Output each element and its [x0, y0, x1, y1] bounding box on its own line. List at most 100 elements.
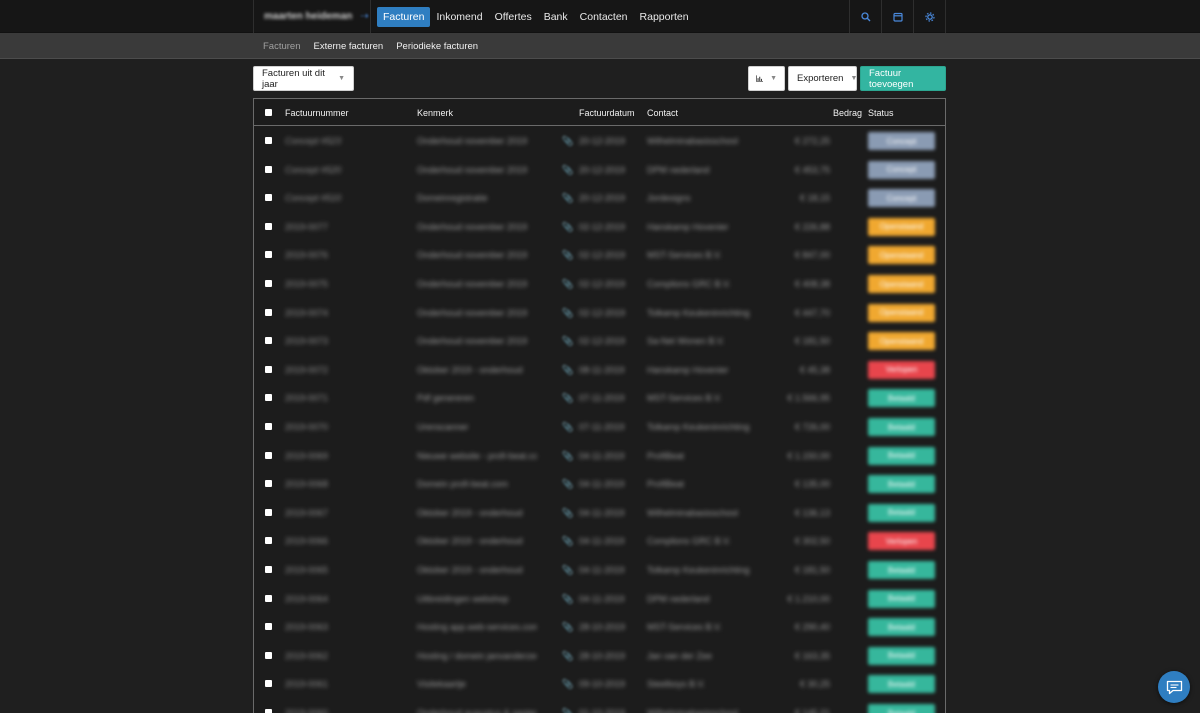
invoice-number[interactable]: 2019-0061 — [285, 679, 328, 689]
chart-button[interactable]: ▼ — [748, 66, 785, 91]
paperclip-icon[interactable]: 📎 — [562, 222, 573, 233]
header-bedrag[interactable]: Bedrag — [833, 108, 862, 118]
invoice-number[interactable]: 2019-0067 — [285, 508, 328, 518]
period-filter-dropdown[interactable]: Facturen uit dit jaar ▼ — [253, 66, 354, 91]
invoice-contact[interactable]: Hanskamp Hovenier — [647, 365, 729, 375]
invoice-contact[interactable]: Sa-Net Wonen B.V. — [647, 336, 725, 346]
table-row[interactable]: 2019-0064 Uitbreidingen webshop 📎 04-11-201… — [254, 585, 945, 614]
invoice-number[interactable]: 2019-0077 — [285, 222, 328, 232]
header-status[interactable]: Status — [868, 108, 894, 118]
row-checkbox[interactable] — [265, 451, 272, 459]
table-row[interactable]: 2019-0077 Onderhoud november 2019 📎 02-12-2… — [254, 213, 945, 242]
paperclip-icon[interactable]: 📎 — [562, 165, 573, 176]
invoice-number[interactable]: 2019-0070 — [285, 422, 328, 432]
invoice-number[interactable]: 2019-0075 — [285, 279, 328, 289]
paperclip-icon[interactable]: 📎 — [562, 679, 573, 690]
header-factuurnummer[interactable]: Factuurnummer — [285, 108, 349, 118]
row-checkbox[interactable] — [265, 508, 272, 516]
invoice-number[interactable]: 2019-0068 — [285, 479, 328, 489]
invoice-number[interactable]: 2019-0065 — [285, 565, 328, 575]
header-factuurdatum[interactable]: Factuurdatum — [579, 108, 635, 118]
table-row[interactable]: 2019-0067 Oktober 2019 - onderhoud 📎 04-11-… — [254, 499, 945, 528]
paperclip-icon[interactable]: 📎 — [562, 250, 573, 261]
row-checkbox[interactable] — [265, 594, 272, 602]
invoice-number[interactable]: 2019-0073 — [285, 336, 328, 346]
paperclip-icon[interactable]: 📎 — [562, 308, 573, 319]
invoice-contact[interactable]: ProfiBeat — [647, 479, 684, 489]
sub-nav-item-externe-facturen[interactable]: Externe facturen — [314, 41, 384, 52]
paperclip-icon[interactable]: 📎 — [562, 565, 573, 576]
paperclip-icon[interactable]: 📎 — [562, 393, 573, 404]
table-row[interactable]: 2019-0071 Pdf genereren 📎 07-11-2019 MST-Ser… — [254, 384, 945, 413]
row-checkbox[interactable] — [265, 709, 272, 713]
row-checkbox[interactable] — [265, 308, 272, 316]
search-icon[interactable] — [849, 0, 881, 33]
invoice-contact[interactable]: Tolkamp Keukeninrichting — [647, 422, 750, 432]
table-row[interactable]: 2019-0060 Onderhoud augustus & september 📎… — [254, 699, 945, 713]
gear-icon[interactable] — [913, 0, 945, 33]
row-checkbox[interactable] — [265, 280, 272, 287]
row-checkbox[interactable] — [265, 365, 272, 373]
invoice-contact[interactable]: DPM nederland — [647, 165, 710, 175]
table-row[interactable]: 2019-0068 Domein profi-beat.com 📎 04-11-201… — [254, 470, 945, 499]
invoice-contact[interactable]: Wilhelminabasisschool — [647, 708, 738, 713]
user-menu[interactable]: maarten heideman ⇢ — [254, 0, 371, 33]
invoice-contact[interactable]: Jordesigns — [647, 193, 691, 203]
table-row[interactable]: 2019-0074 Onderhoud november 2019 📎 02-12-2… — [254, 299, 945, 328]
table-row[interactable]: 2019-0069 Nieuwe website - profi-beat.com… — [254, 442, 945, 471]
select-all-checkbox[interactable] — [265, 109, 272, 116]
export-dropdown[interactable]: Exporteren ▼ — [788, 66, 857, 91]
row-checkbox[interactable] — [265, 222, 272, 230]
table-row[interactable]: 2019-0062 Hosting / domein janvanderzee 📎 2… — [254, 642, 945, 671]
row-checkbox[interactable] — [265, 423, 272, 430]
invoice-contact[interactable]: Wilhelminabasisschool — [647, 136, 738, 146]
paperclip-icon[interactable]: 📎 — [562, 622, 573, 633]
table-row[interactable]: Concept #523 Onderhoud november 2019 📎 20-1… — [254, 127, 945, 156]
invoice-number[interactable]: Concept #510 — [285, 193, 341, 203]
logout-icon[interactable]: ⇢ — [360, 11, 368, 22]
paperclip-icon[interactable]: 📎 — [562, 536, 573, 547]
invoice-contact[interactable]: Jan van der Zee — [647, 651, 712, 661]
invoice-number[interactable]: 2019-0064 — [285, 594, 328, 604]
invoice-number[interactable]: Concept #523 — [285, 136, 341, 146]
paperclip-icon[interactable]: 📎 — [562, 365, 573, 376]
header-kenmerk[interactable]: Kenmerk — [417, 108, 453, 118]
table-row[interactable]: 2019-0063 Hosting app.web-services.com 📎 28… — [254, 613, 945, 642]
invoice-number[interactable]: Concept #520 — [285, 165, 341, 175]
invoice-contact[interactable]: ProfiBeat — [647, 451, 684, 461]
table-row[interactable]: 2019-0065 Oktober 2019 - onderhoud 📎 04-11-… — [254, 556, 945, 585]
table-row[interactable]: 2019-0073 Onderhoud november 2019 📎 02-12-2… — [254, 327, 945, 356]
table-row[interactable]: 2019-0066 Oktober 2019 - onderhoud 📎 04-11-… — [254, 527, 945, 556]
paperclip-icon[interactable]: 📎 — [562, 422, 573, 433]
row-checkbox[interactable] — [265, 651, 272, 659]
row-checkbox[interactable] — [265, 480, 272, 488]
table-row[interactable]: Concept #520 Onderhoud november 2019 📎 20-1… — [254, 156, 945, 185]
chat-button[interactable] — [1158, 671, 1190, 703]
table-row[interactable]: 2019-0076 Onderhoud november 2019 📎 02-12-2… — [254, 241, 945, 270]
add-invoice-button[interactable]: Factuur toevoegen — [860, 66, 946, 91]
nav-item-inkomend[interactable]: Inkomend — [430, 7, 488, 27]
nav-item-rapporten[interactable]: Rapporten — [634, 7, 695, 27]
invoice-contact[interactable]: Steelboys B.V. — [647, 679, 705, 689]
calendar-icon[interactable] — [881, 0, 913, 33]
paperclip-icon[interactable]: 📎 — [562, 279, 573, 290]
invoice-number[interactable]: 2019-0062 — [285, 651, 328, 661]
invoice-contact[interactable]: Wilhelminabasisschool — [647, 508, 738, 518]
table-row[interactable]: Concept #510 Domeinregistratie 📎 20-12-2019… — [254, 184, 945, 213]
sub-nav-item-periodieke-facturen[interactable]: Periodieke facturen — [396, 41, 478, 52]
invoice-contact[interactable]: Hanskamp Hovenier — [647, 222, 729, 232]
invoice-number[interactable]: 2019-0072 — [285, 365, 328, 375]
row-checkbox[interactable] — [265, 137, 272, 144]
row-checkbox[interactable] — [265, 623, 272, 631]
invoice-contact[interactable]: Complions GRC B.V. — [647, 536, 731, 546]
nav-item-facturen[interactable]: Facturen — [377, 6, 431, 27]
table-row[interactable]: 2019-0075 Onderhoud november 2019 📎 02-12-2… — [254, 270, 945, 299]
table-row[interactable]: 2019-0061 Visitekaartje 📎 09-10-2019 Steelbo… — [254, 670, 945, 699]
invoice-number[interactable]: 2019-0071 — [285, 393, 328, 403]
invoice-number[interactable]: 2019-0074 — [285, 308, 328, 318]
invoice-contact[interactable]: Complions GRC B.V. — [647, 279, 731, 289]
nav-item-contacten[interactable]: Contacten — [574, 7, 634, 27]
invoice-number[interactable]: 2019-0076 — [285, 250, 328, 260]
paperclip-icon[interactable]: 📎 — [562, 136, 573, 147]
nav-item-offertes[interactable]: Offertes — [489, 7, 538, 27]
